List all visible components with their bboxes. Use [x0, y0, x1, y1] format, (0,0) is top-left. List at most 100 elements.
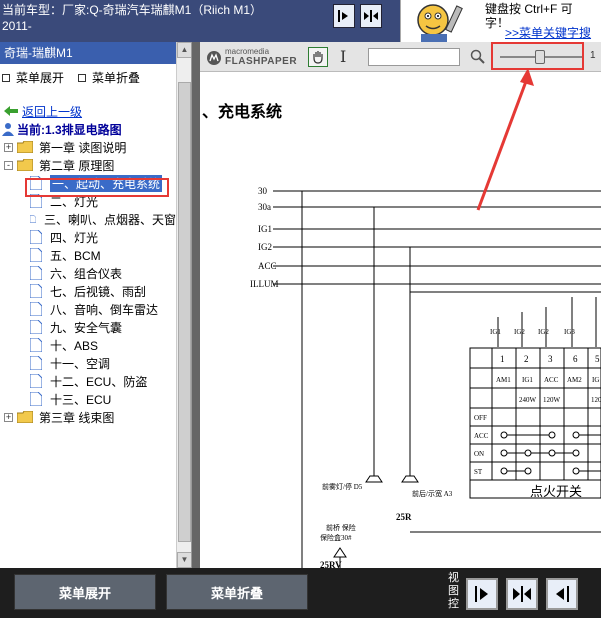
expand-menu-link[interactable]: 菜单展开	[2, 69, 64, 86]
switch-states: OFF ACC ON ST	[474, 414, 489, 476]
power-rails	[273, 190, 601, 285]
fuse-label: IG1	[490, 328, 501, 336]
switch-state: ACC	[474, 432, 489, 440]
text-select-tool[interactable]: I	[340, 47, 352, 67]
prev-page-icon[interactable]	[546, 578, 578, 610]
sidebar-header: 奇瑞-瑞麒M1	[0, 42, 191, 64]
switch-cell: AM2	[567, 376, 582, 384]
fit-width-icon[interactable]	[506, 578, 538, 610]
tree-item[interactable]: 六、组合仪表	[0, 264, 176, 282]
tree-chapter-1[interactable]: + 第一章 读图说明	[0, 138, 176, 156]
document-icon	[30, 215, 36, 223]
rail-label: ILLUM	[250, 279, 279, 289]
folder-open-icon	[17, 159, 33, 171]
switch-row2: AM1 IG1 ACC AM2 IG	[496, 376, 599, 384]
switch-col-header: 2	[524, 354, 529, 364]
help-banner: 键盘按 Ctrl+F 可 字！ >>菜单关键字搜	[400, 0, 601, 42]
flashpaper-logo: macromedia FLASHPAPER	[206, 48, 297, 67]
tree-item[interactable]: 四、灯光	[0, 228, 176, 246]
expand-toggle-icon[interactable]: +	[4, 412, 13, 422]
sidebar-menu-actions: 菜单展开 菜单折叠	[0, 64, 191, 90]
switch-cell: AM1	[496, 376, 511, 384]
user-icon	[2, 123, 14, 136]
fuse-label: IG3	[564, 328, 575, 336]
tree-item[interactable]: 十二、ECU、防盗	[0, 372, 176, 390]
tree-item[interactable]: 五、BCM	[0, 246, 176, 264]
document-icon	[30, 392, 42, 406]
fuse-labels: IG1 IG2 IG2 IG3	[490, 328, 575, 336]
switch-cell: IG1	[522, 376, 533, 384]
folder-icon	[17, 411, 33, 423]
switch-state: ST	[474, 468, 483, 476]
document-icon	[30, 266, 42, 280]
wiring-schematic: 30 30a IG1 IG2 ACC ILLUM IG1 IG2 IG2 IG3…	[250, 186, 601, 568]
wire-code: 25R	[396, 512, 412, 522]
switch-headers: 1 2 3 6 5	[500, 354, 600, 364]
document-page[interactable]: 、充电系统 30 30a IG1 IG2 ACC ILLUM IG1 IG2 I…	[200, 72, 601, 568]
switch-cell: IG	[592, 376, 599, 384]
zoom-highlight-box	[491, 42, 584, 70]
schematic-label: 前桥 保险	[326, 523, 356, 532]
chapter-tree: 返回上一级 当前:1.3排显电路图 + 第一章 读图说明 - 第二章 原理图 一…	[0, 102, 176, 426]
next-page-icon[interactable]	[466, 578, 498, 610]
document-icon	[30, 338, 42, 352]
tree-chapter-3[interactable]: + 第三章 线束图	[0, 408, 176, 426]
sidebar-scrollbar[interactable]: ▲ ▼	[176, 42, 191, 568]
fuse-label: IG2	[538, 328, 549, 336]
tree-item[interactable]: 十三、ECU	[0, 390, 176, 408]
rail-label: ACC	[258, 261, 277, 271]
schematic-labels: 前雾灯/停 D5 前后/示宽 A3 前桥 保险 保险盒30#	[320, 482, 453, 542]
wire-code: 25RV	[320, 560, 342, 568]
flashpaper-toolbar: macromedia FLASHPAPER I 1	[200, 42, 601, 72]
tree-chapter-2[interactable]: - 第二章 原理图	[0, 156, 176, 174]
switch-col-header: 5	[595, 354, 600, 364]
switch-col-header: 3	[548, 354, 553, 364]
document-icon	[30, 284, 42, 298]
switch-col-header: 6	[573, 354, 578, 364]
switch-cell: 120	[591, 396, 601, 404]
ignition-switch-table	[469, 347, 601, 499]
switch-cell: 240W	[519, 396, 537, 404]
square-icon	[78, 74, 87, 83]
switch-cell: 120W	[543, 396, 561, 404]
collapse-toggle-icon[interactable]: -	[4, 160, 13, 170]
scroll-up-icon[interactable]: ▲	[177, 42, 191, 58]
collapse-menu-link[interactable]: 菜单折叠	[78, 69, 140, 86]
document-icon	[30, 374, 42, 388]
current-location: 当前:1.3排显电路图	[0, 120, 176, 138]
document-icon	[30, 302, 42, 316]
switch-col-header: 1	[500, 354, 505, 364]
bottom-toolbar: 菜单展开 菜单折叠 视图控	[0, 568, 601, 618]
view-control-label: 视图控	[448, 572, 459, 610]
switch-state: ON	[474, 450, 484, 458]
zoom-label: 1	[590, 50, 596, 61]
expand-menu-button[interactable]: 菜单展开	[14, 574, 156, 610]
tree-item[interactable]: 三、喇叭、点烟器、天窗	[0, 210, 176, 228]
square-icon	[2, 74, 10, 83]
back-link[interactable]: 返回上一级	[0, 102, 176, 120]
schematic-label: 保险盒30#	[320, 533, 352, 542]
collapse-menu-button[interactable]: 菜单折叠	[166, 574, 308, 610]
search-input[interactable]	[368, 48, 460, 66]
search-icon[interactable]	[470, 48, 486, 66]
tree-item[interactable]: 十、ABS	[0, 336, 176, 354]
expand-toggle-icon[interactable]: +	[4, 142, 13, 152]
tree-item[interactable]: 九、安全气囊	[0, 318, 176, 336]
rail-label: IG1	[258, 224, 272, 234]
arrow-right-bar-icon[interactable]	[333, 4, 355, 28]
arrows-inward-icon[interactable]	[360, 4, 382, 28]
scroll-down-icon[interactable]: ▼	[177, 552, 191, 568]
tree-item[interactable]: 八、音响、倒车雷达	[0, 300, 176, 318]
switch-caption: 点火开关	[530, 484, 582, 499]
tree-item[interactable]: 十一、空调	[0, 354, 176, 372]
scroll-thumb[interactable]	[178, 82, 191, 542]
document-icon	[30, 320, 42, 334]
back-arrow-icon	[4, 106, 18, 116]
panel-splitter[interactable]	[192, 42, 200, 568]
fuse-label: IG2	[514, 328, 525, 336]
hand-tool-icon[interactable]	[308, 47, 328, 67]
rail-label: 30a	[258, 202, 271, 212]
tree-item[interactable]: 七、后视镜、雨刮	[0, 282, 176, 300]
menu-search-link[interactable]: >>菜单关键字搜	[505, 24, 591, 41]
rail-label: IG2	[258, 242, 272, 252]
